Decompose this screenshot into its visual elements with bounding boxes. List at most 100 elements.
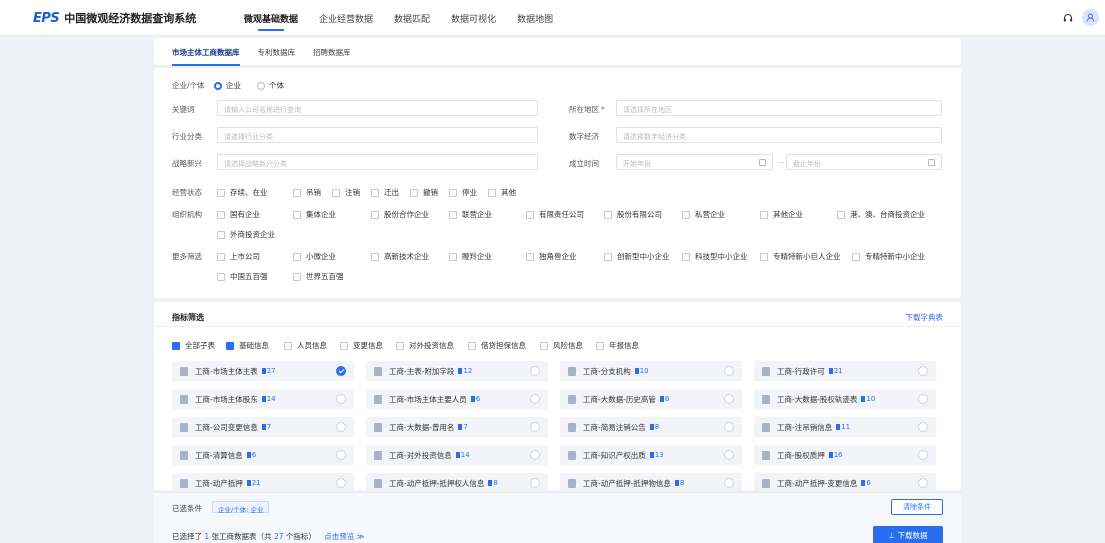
region-select[interactable]: 请选择所在地区 (616, 100, 942, 116)
table-tile[interactable]: 工商-大数据-曾用名 7 (366, 417, 548, 437)
clear-conditions-button[interactable]: 清除条件 (891, 499, 943, 515)
table-tile[interactable]: 工商-简易注销公告 8 (560, 417, 742, 437)
checkbox-more[interactable]: 中国五百强 (217, 271, 268, 282)
checkbox-org[interactable]: 其他企业 (760, 209, 803, 220)
table-tile[interactable]: 工商-动产抵押-抵押物信息 8 (560, 473, 742, 490)
category-change[interactable]: 变更信息 (340, 340, 383, 351)
table-tile[interactable]: 工商-股权质押 16 (754, 445, 936, 465)
table-tile[interactable]: 工商-知识产权出质 13 (560, 445, 742, 465)
category-investment[interactable]: 对外投资信息 (396, 340, 454, 351)
nav-data-visualization[interactable]: 数据可视化 (451, 12, 496, 32)
category-all[interactable]: 全部子表 (172, 340, 215, 351)
field-count: 12 (458, 367, 472, 375)
field-count: 14 (456, 451, 470, 459)
table-tile[interactable]: 工商-动产抵押 21 (172, 473, 354, 490)
checkbox-org[interactable]: 股份有限公司 (604, 209, 662, 220)
table-tile[interactable]: 工商-大数据-股权轨迹表 10 (754, 389, 936, 409)
checkbox-more[interactable]: 高新技术企业 (371, 251, 429, 262)
tab-patent-db[interactable]: 专利数据库 (258, 38, 296, 66)
tile-select-icon (724, 366, 734, 376)
table-name: 工商-市场主体主要人员 (389, 394, 467, 404)
field-count: 8 (650, 423, 659, 431)
category-personnel[interactable]: 人员信息 (284, 340, 327, 351)
checkbox-more[interactable]: 专精特新中小企业 (852, 251, 925, 262)
checkbox-status-revoked[interactable]: 吊销 (293, 187, 321, 198)
start-year-picker[interactable]: 开始年份 (616, 154, 773, 170)
field-count: 10 (635, 367, 649, 375)
condition-chip[interactable]: 企业/个体: 企业 (212, 501, 270, 514)
category-label: 借贷担保信息 (481, 341, 526, 350)
checkbox-org[interactable]: 国有企业 (217, 209, 260, 220)
category-label: 人员信息 (297, 341, 327, 350)
table-name: 工商-简易注销公告 (583, 422, 646, 432)
table-tile[interactable]: 工商-行政许可 21 (754, 361, 936, 381)
checkbox-status-active[interactable]: 存续、在业 (217, 187, 268, 198)
file-icon (374, 478, 382, 488)
preview-link[interactable]: 点击预览 ≫ (324, 532, 364, 541)
logo[interactable]: EPS 中国微观经济数据查询系统 (33, 10, 196, 26)
checkbox-status-moved[interactable]: 迁出 (371, 187, 399, 198)
table-tile[interactable]: 工商-动产抵押-变更信息 6 (754, 473, 936, 490)
checkbox-label: 其他 (501, 188, 516, 197)
checkbox-more[interactable]: 科技型中小企业 (682, 251, 748, 262)
checkbox-org[interactable]: 集体企业 (293, 209, 336, 220)
checkbox-status-cancelled[interactable]: 注销 (332, 187, 360, 198)
checkbox-label: 外商投资企业 (230, 230, 275, 239)
table-tile[interactable]: 工商-大数据-历史高管 6 (560, 389, 742, 409)
radio-individual[interactable]: 个体 (257, 80, 284, 91)
category-basic[interactable]: 基础信息 (226, 340, 269, 351)
checkbox-org[interactable]: 私营企业 (682, 209, 725, 220)
selected-table-count: 1 (204, 532, 210, 541)
checkbox-org[interactable]: 有限责任公司 (526, 209, 584, 220)
digital-economy-select[interactable]: 请选择数字经济分类 (616, 127, 942, 143)
checkbox-more[interactable]: 瞪羚企业 (449, 251, 492, 262)
category-annual-report[interactable]: 年报信息 (596, 340, 639, 351)
field-count: 16 (829, 451, 843, 459)
nav-data-map[interactable]: 数据地图 (517, 12, 553, 32)
established-label: 成立时间 (569, 159, 599, 168)
table-tile[interactable]: 工商-分支机构 10 (560, 361, 742, 381)
checkbox-status-other[interactable]: 其他 (488, 187, 516, 198)
user-avatar[interactable] (1082, 9, 1099, 26)
table-tile[interactable]: 工商-动产抵押-抵押权人信息 8 (366, 473, 548, 490)
checkbox-more[interactable]: 小微企业 (293, 251, 336, 262)
category-label: 年报信息 (609, 341, 639, 350)
category-loan-guarantee[interactable]: 借贷担保信息 (468, 340, 526, 351)
checkbox-more[interactable]: 独角兽企业 (526, 251, 577, 262)
tab-recruitment-db[interactable]: 招聘数据库 (313, 38, 351, 66)
industry-select[interactable]: 请选择行业分类 (217, 127, 538, 143)
end-year-picker[interactable]: 截止年份 (786, 154, 942, 170)
table-tile[interactable]: 工商-主表-附加字段 12 (366, 361, 548, 381)
table-tile[interactable]: 工商-市场主体主要人员 6 (366, 389, 548, 409)
checkbox-org[interactable]: 股份合作企业 (371, 209, 429, 220)
checkbox-status-withdrawn[interactable]: 撤销 (410, 187, 438, 198)
checkbox-more[interactable]: 专精特新小巨人企业 (760, 251, 841, 262)
headset-icon[interactable] (1063, 13, 1073, 23)
nav-data-matching[interactable]: 数据匹配 (394, 12, 430, 32)
tile-select-checked-icon (336, 366, 346, 376)
table-tile[interactable]: 工商-市场主体主表 27 (172, 361, 354, 381)
strategic-select[interactable]: 请选择战略新兴分类 (217, 154, 538, 170)
table-tile[interactable]: 工商-公司变更信息 7 (172, 417, 354, 437)
download-data-button[interactable]: ⊥ 下载数据 (873, 526, 943, 543)
checkbox-org[interactable]: 港、澳、台商投资企业 (837, 209, 925, 220)
table-tile[interactable]: 工商-清算信息 6 (172, 445, 354, 465)
checkbox-more[interactable]: 上市公司 (217, 251, 260, 262)
checkbox-org[interactable]: 联营企业 (449, 209, 492, 220)
checkbox-status-suspended[interactable]: 停业 (449, 187, 477, 198)
checkbox-org[interactable]: 外商投资企业 (217, 229, 275, 240)
checkbox-more[interactable]: 创新型中小企业 (604, 251, 670, 262)
radio-enterprise[interactable]: 企业 (214, 80, 241, 91)
checkbox-more[interactable]: 世界五百强 (293, 271, 344, 282)
keyword-input[interactable]: 请输入公司名称进行查询 (217, 100, 538, 116)
table-tile[interactable]: 工商-注吊销信息 11 (754, 417, 936, 437)
table-tile[interactable]: 工商-市场主体股东 14 (172, 389, 354, 409)
tab-market-entity-db[interactable]: 市场主体工商数据库 (172, 38, 240, 66)
table-tile[interactable]: 工商-对外投资信息 14 (366, 445, 548, 465)
checkbox-box (852, 252, 860, 261)
download-dict-link[interactable]: 下载字典表 (906, 312, 944, 323)
category-risk[interactable]: 风险信息 (540, 340, 583, 351)
nav-micro-data[interactable]: 微观基础数据 (244, 12, 298, 32)
checkbox-box (293, 188, 301, 197)
nav-business-data[interactable]: 企业经营数据 (319, 12, 373, 32)
